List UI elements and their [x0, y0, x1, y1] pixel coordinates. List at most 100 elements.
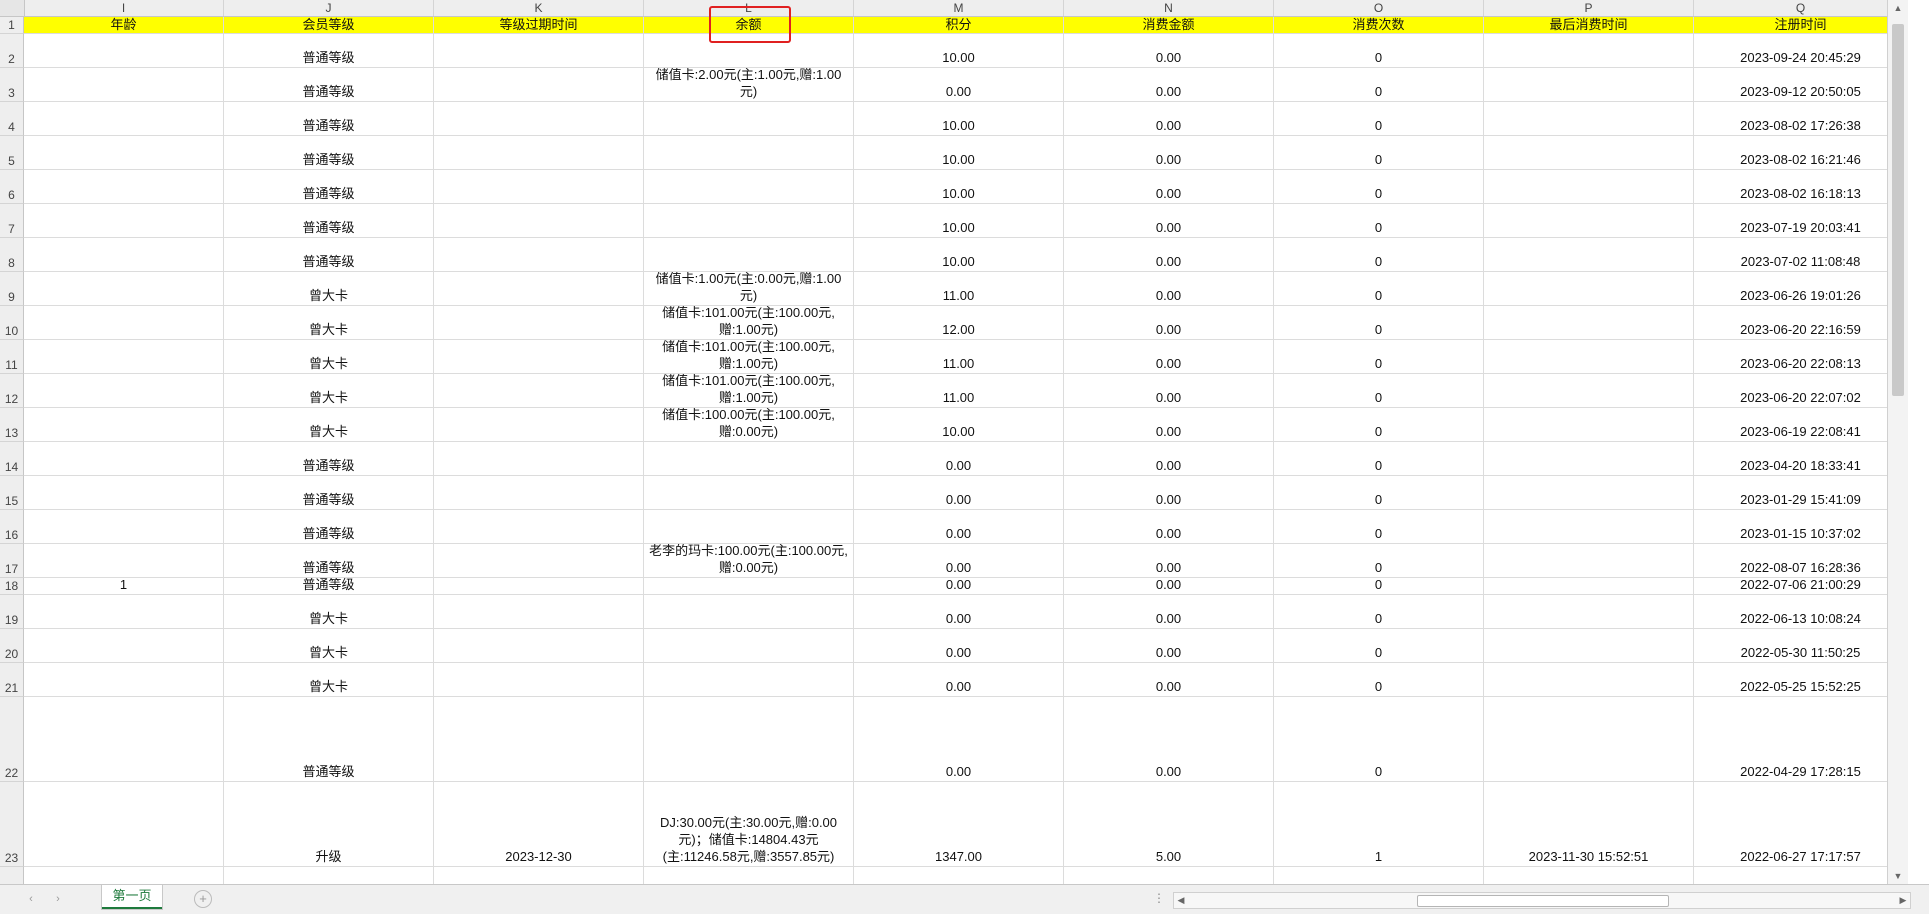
table-cell[interactable]: 11.00	[854, 272, 1064, 306]
table-cell[interactable]: 1	[24, 578, 224, 595]
table-cell[interactable]: 1	[1274, 782, 1484, 867]
row-number[interactable]: 14	[0, 442, 24, 476]
table-cell[interactable]: 10.00	[854, 238, 1064, 272]
table-cell[interactable]: 0.00	[1064, 340, 1274, 374]
table-cell[interactable]: 普通等级	[224, 136, 434, 170]
table-cell[interactable]	[434, 442, 644, 476]
table-cell[interactable]	[1484, 374, 1694, 408]
table-cell[interactable]	[1484, 867, 1694, 884]
row-number[interactable]: 8	[0, 238, 24, 272]
table-cell[interactable]: 普通等级	[224, 204, 434, 238]
table-cell[interactable]	[224, 867, 434, 884]
table-cell[interactable]	[24, 629, 224, 663]
table-cell[interactable]: 0.00	[1064, 697, 1274, 782]
column-letter-m[interactable]: M	[854, 0, 1064, 16]
table-cell[interactable]	[644, 34, 854, 68]
table-cell[interactable]: 普通等级	[224, 578, 434, 595]
table-cell[interactable]: 2022-06-27 17:17:57	[1694, 782, 1908, 867]
column-header-cell[interactable]: 年龄	[24, 17, 224, 34]
table-cell[interactable]: 0.00	[1064, 544, 1274, 578]
column-header-cell[interactable]: 等级过期时间	[434, 17, 644, 34]
table-cell[interactable]: 普通等级	[224, 102, 434, 136]
column-letter-l[interactable]: L	[644, 0, 854, 16]
scroll-left-icon[interactable]: ◀	[1174, 893, 1188, 908]
table-cell[interactable]	[1484, 442, 1694, 476]
table-cell[interactable]: 0.00	[1064, 374, 1274, 408]
table-cell[interactable]	[434, 68, 644, 102]
table-cell[interactable]	[24, 238, 224, 272]
table-cell[interactable]	[1484, 663, 1694, 697]
table-cell[interactable]	[644, 629, 854, 663]
table-cell[interactable]: 普通等级	[224, 544, 434, 578]
table-cell[interactable]	[24, 782, 224, 867]
table-cell[interactable]	[434, 867, 644, 884]
table-cell[interactable]	[24, 340, 224, 374]
column-header-cell[interactable]: 积分	[854, 17, 1064, 34]
vertical-scrollbar[interactable]: ▲ ▼	[1887, 0, 1908, 884]
table-cell[interactable]	[1484, 340, 1694, 374]
table-cell[interactable]	[1484, 578, 1694, 595]
table-cell[interactable]	[24, 272, 224, 306]
table-cell[interactable]	[24, 68, 224, 102]
table-cell[interactable]	[1064, 867, 1274, 884]
row-number[interactable]: 4	[0, 102, 24, 136]
table-cell[interactable]: 0.00	[1064, 136, 1274, 170]
table-cell[interactable]: 普通等级	[224, 510, 434, 544]
row-number[interactable]: 19	[0, 595, 24, 629]
table-cell[interactable]	[644, 238, 854, 272]
table-cell[interactable]	[1694, 867, 1908, 884]
table-cell[interactable]: 2022-05-30 11:50:25	[1694, 629, 1908, 663]
table-cell[interactable]: 曾大卡	[224, 408, 434, 442]
table-cell[interactable]	[24, 663, 224, 697]
table-cell[interactable]: 0	[1274, 204, 1484, 238]
table-cell[interactable]	[434, 663, 644, 697]
table-cell[interactable]: 0.00	[1064, 306, 1274, 340]
table-cell[interactable]: 曾大卡	[224, 272, 434, 306]
table-cell[interactable]	[434, 306, 644, 340]
table-cell[interactable]	[434, 544, 644, 578]
table-cell[interactable]	[1484, 204, 1694, 238]
table-cell[interactable]: 0	[1274, 697, 1484, 782]
table-cell[interactable]: 2022-08-07 16:28:36	[1694, 544, 1908, 578]
table-cell[interactable]: 0	[1274, 170, 1484, 204]
table-cell[interactable]	[434, 476, 644, 510]
column-header-cell[interactable]: 会员等级	[224, 17, 434, 34]
table-cell[interactable]: 普通等级	[224, 442, 434, 476]
row-number[interactable]: 16	[0, 510, 24, 544]
table-cell[interactable]: 2023-09-12 20:50:05	[1694, 68, 1908, 102]
row-number[interactable]	[0, 867, 24, 884]
vertical-scroll-thumb[interactable]	[1892, 24, 1904, 396]
table-cell[interactable]: 2023-07-19 20:03:41	[1694, 204, 1908, 238]
table-cell[interactable]: 0	[1274, 238, 1484, 272]
table-cell[interactable]: 2023-01-15 10:37:02	[1694, 510, 1908, 544]
table-cell[interactable]	[24, 170, 224, 204]
table-cell[interactable]: 2022-06-13 10:08:24	[1694, 595, 1908, 629]
table-cell[interactable]: 0.00	[1064, 170, 1274, 204]
table-cell[interactable]: 0.00	[1064, 272, 1274, 306]
table-cell[interactable]: 0	[1274, 442, 1484, 476]
table-cell[interactable]: 0.00	[854, 544, 1064, 578]
table-cell[interactable]	[24, 510, 224, 544]
table-cell[interactable]: 12.00	[854, 306, 1064, 340]
table-cell[interactable]: 2023-06-20 22:08:13	[1694, 340, 1908, 374]
table-cell[interactable]: 2023-06-19 22:08:41	[1694, 408, 1908, 442]
table-cell[interactable]: 曾大卡	[224, 306, 434, 340]
table-cell[interactable]	[24, 595, 224, 629]
table-cell[interactable]: 0	[1274, 34, 1484, 68]
table-cell[interactable]: 10.00	[854, 408, 1064, 442]
column-letter-j[interactable]: J	[224, 0, 434, 16]
table-cell[interactable]: 2023-11-30 15:52:51	[1484, 782, 1694, 867]
table-cell[interactable]: 2023-08-02 17:26:38	[1694, 102, 1908, 136]
next-sheet-icon[interactable]: ›	[49, 891, 67, 907]
row-number[interactable]: 5	[0, 136, 24, 170]
table-cell[interactable]: 0.00	[854, 629, 1064, 663]
row-number[interactable]: 18	[0, 578, 24, 595]
table-cell[interactable]: 0.00	[1064, 629, 1274, 663]
table-cell[interactable]: 普通等级	[224, 238, 434, 272]
row-number[interactable]: 1	[0, 17, 24, 34]
table-cell[interactable]	[24, 34, 224, 68]
table-cell[interactable]	[434, 595, 644, 629]
column-letter-i[interactable]: I	[24, 0, 224, 16]
table-cell[interactable]: 10.00	[854, 102, 1064, 136]
table-cell[interactable]	[434, 340, 644, 374]
